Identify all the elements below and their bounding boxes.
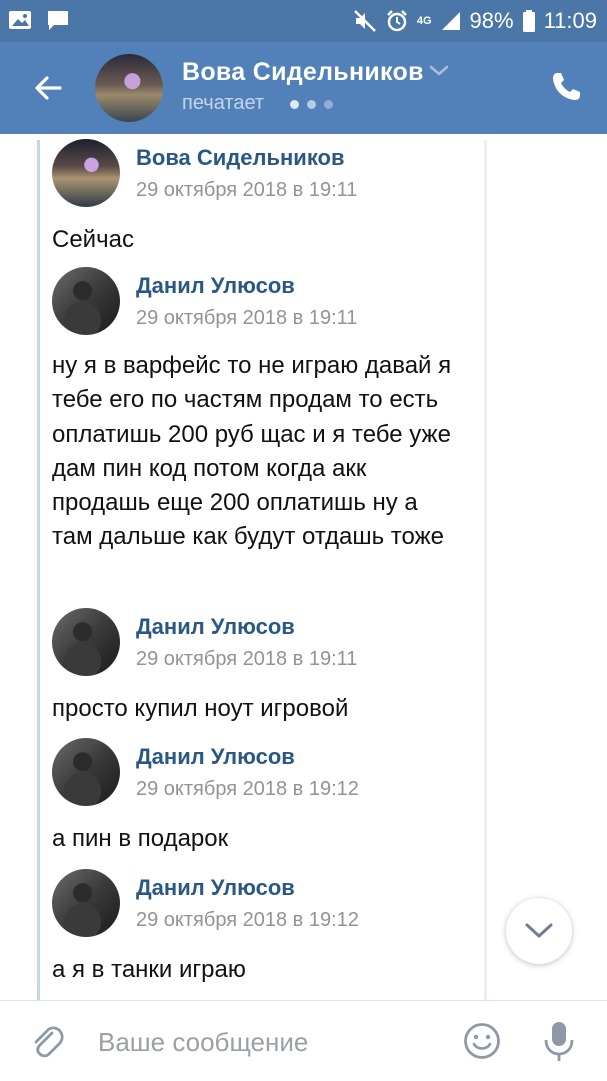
typing-indicator xyxy=(290,100,333,109)
message-text: Сейчас xyxy=(52,226,134,253)
quote-border xyxy=(484,140,487,1000)
message-author[interactable]: Вова Сидельников xyxy=(136,145,345,171)
system-indicators: 4G 98% 11:09 xyxy=(353,8,597,34)
back-arrow-icon[interactable] xyxy=(30,70,66,106)
avatar[interactable] xyxy=(52,267,120,335)
message-author[interactable]: Данил Улюсов xyxy=(136,875,295,901)
quote-bar xyxy=(37,140,40,1000)
paperclip-icon[interactable] xyxy=(28,1023,66,1061)
battery-percent: 98% xyxy=(469,8,514,33)
scroll-down-button[interactable] xyxy=(506,898,572,964)
battery-icon xyxy=(522,10,535,32)
message-author[interactable]: Данил Улюсов xyxy=(136,744,295,770)
message-time: 29 октября 2018 в 19:11 xyxy=(136,307,358,329)
mute-icon xyxy=(353,10,376,32)
message-author[interactable]: Данил Улюсов xyxy=(136,273,295,299)
gallery-icon xyxy=(9,11,31,29)
message-text: ну я в варфейс то не играю давай я тебе … xyxy=(52,352,452,551)
message-time: 29 октября 2018 в 19:11 xyxy=(136,648,358,670)
avatar[interactable] xyxy=(52,139,120,207)
alarm-icon xyxy=(386,10,407,32)
avatar[interactable] xyxy=(95,54,163,122)
avatar[interactable] xyxy=(52,869,120,937)
forwarded-messages[interactable]: Вова Сидельников 29 октября 2018 в 19:11… xyxy=(0,134,607,1000)
status-bar: 4G 98% 11:09 xyxy=(0,0,607,42)
message-icon xyxy=(48,11,68,30)
chevron-down-icon xyxy=(525,923,553,938)
message-input[interactable] xyxy=(96,1021,440,1063)
network-type: 4G xyxy=(416,15,432,27)
message-text: просто купил ноут игровой xyxy=(52,695,349,722)
message-time: 29 октября 2018 в 19:12 xyxy=(136,909,359,931)
message-text: а пин в подарок xyxy=(52,825,229,852)
message-time: 29 октября 2018 в 19:12 xyxy=(136,778,359,800)
sticker-icon[interactable] xyxy=(462,1021,502,1061)
message-text: а я в танки играю xyxy=(52,956,246,983)
typing-status: печатает xyxy=(182,92,265,114)
avatar[interactable] xyxy=(52,608,120,676)
message-time: 29 октября 2018 в 19:11 xyxy=(136,179,358,201)
message-composer xyxy=(0,1000,607,1081)
chat-header: Вова Сидельников печатает xyxy=(0,42,607,134)
chat-title[interactable]: Вова Сидельников xyxy=(182,58,424,87)
clock: 11:09 xyxy=(543,8,597,33)
avatar[interactable] xyxy=(52,738,120,806)
phone-icon[interactable] xyxy=(549,70,583,104)
microphone-icon[interactable] xyxy=(540,1019,578,1063)
message-author[interactable]: Данил Улюсов xyxy=(136,614,295,640)
notification-icons xyxy=(8,9,70,31)
signal-icon xyxy=(441,12,460,30)
chevron-down-icon[interactable] xyxy=(428,64,450,78)
